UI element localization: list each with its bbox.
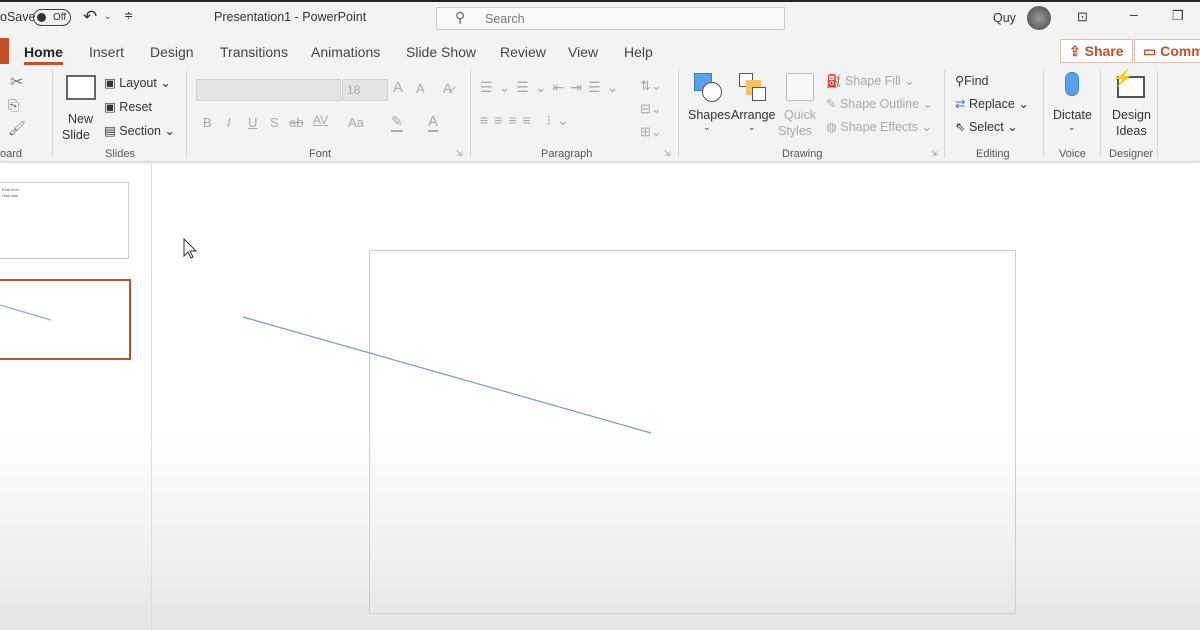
line-shapes: [0, 237, 652, 434]
thumbnail-line-shape: [0, 304, 52, 321]
mouse-cursor-icon: [183, 237, 198, 259]
line-shape[interactable]: [242, 316, 652, 434]
